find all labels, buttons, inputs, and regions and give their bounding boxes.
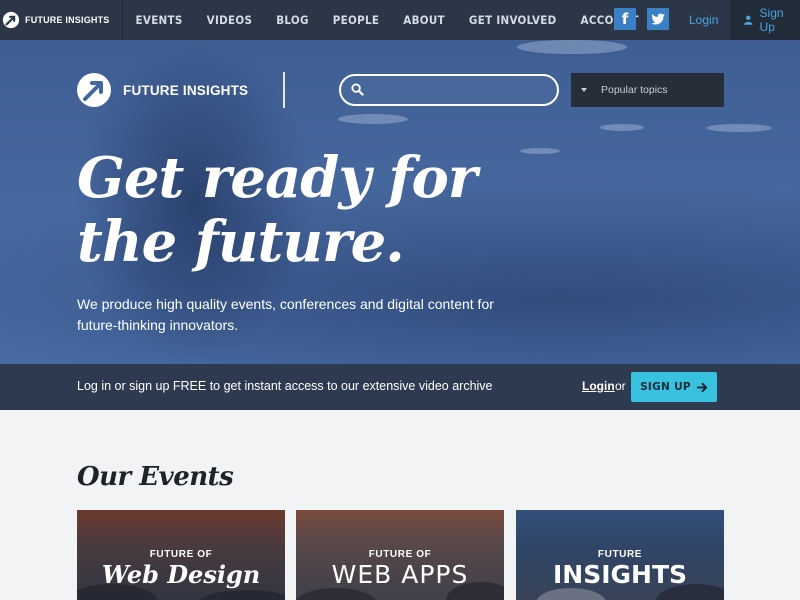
popular-topics-label: Popular topics (601, 84, 668, 96)
hero-headline: Get ready for the future. (77, 145, 477, 275)
nav-item-videos[interactable]: VIDEOS (195, 0, 265, 40)
hero-brand[interactable]: FUTURE INSIGHTS (76, 72, 248, 108)
ceiling-light (338, 114, 408, 124)
search-icon (351, 83, 364, 96)
search-input[interactable] (371, 79, 551, 101)
nav-item-about[interactable]: ABOUT (391, 0, 457, 40)
top-navigation: FUTURE INSIGHTS EVENTS VIDEOS BLOG PEOPL… (0, 0, 800, 40)
hero-brand-name: FUTURE INSIGHTS (123, 82, 249, 98)
event-card-title: WEB APPS (331, 560, 469, 589)
nav-item-events[interactable]: EVENTS (123, 0, 195, 40)
social-links: f (614, 8, 669, 30)
ceiling-light (517, 40, 627, 54)
brand-divider (283, 72, 285, 108)
nav-item-blog[interactable]: BLOG (264, 0, 321, 40)
arrow-right-icon (696, 382, 708, 392)
user-icon (744, 15, 753, 25)
hero-section: FUTURE INSIGHTS Popular topics Get ready… (0, 40, 800, 364)
twitter-bird-icon (651, 13, 665, 25)
signup-banner: Log in or sign up FREE to get instant ac… (0, 364, 800, 410)
banner-login-link[interactable]: Login (582, 379, 615, 393)
nav-brand[interactable]: FUTURE INSIGHTS (0, 0, 123, 40)
facebook-icon[interactable]: f (614, 8, 636, 30)
event-card-web-apps[interactable]: FUTURE OF WEB APPS (296, 510, 504, 600)
ceiling-light (520, 148, 560, 154)
event-card-kicker: FUTURE OF (149, 549, 213, 560)
caret-down-icon (581, 88, 587, 92)
event-card-kicker: FUTURE OF (368, 549, 432, 560)
ceiling-light (600, 124, 644, 131)
brand-logo-icon (2, 11, 20, 29)
nav-menu: EVENTS VIDEOS BLOG PEOPLE ABOUT GET INVO… (123, 0, 651, 40)
hero-headline-line-1: Get ready for (77, 145, 477, 211)
brand-logo-icon (77, 73, 111, 107)
ceiling-light (706, 124, 772, 132)
twitter-icon[interactable] (647, 8, 669, 30)
search-box[interactable] (339, 74, 559, 106)
event-card-web-design[interactable]: FUTURE OF Web Design (77, 510, 285, 600)
banner-or-text: or (615, 379, 626, 393)
hero-subtext: We produce high quality events, conferen… (77, 296, 494, 333)
banner-signup-label: SIGN UP (640, 381, 691, 393)
event-card-title: Web Design (101, 560, 261, 589)
nav-signup-button[interactable]: Sign Up (730, 0, 800, 40)
event-card-insights[interactable]: FUTURE INSIGHTS (516, 510, 724, 600)
nav-signup-label: Sign Up (759, 6, 784, 34)
events-section-title: Our Events (77, 462, 234, 492)
nav-item-people[interactable]: PEOPLE (321, 0, 392, 40)
event-card-title: INSIGHTS (552, 560, 688, 589)
hero-headline-line-2: the future. (77, 209, 405, 275)
banner-signup-button[interactable]: SIGN UP (631, 372, 717, 402)
banner-message: Log in or sign up FREE to get instant ac… (77, 379, 493, 393)
nav-item-get-involved[interactable]: GET INVOLVED (457, 0, 569, 40)
nav-login-link[interactable]: Login (689, 0, 718, 40)
event-card-kicker: FUTURE (597, 549, 643, 560)
nav-brand-name: FUTURE INSIGHTS (25, 15, 110, 25)
popular-topics-dropdown[interactable]: Popular topics (571, 73, 724, 107)
